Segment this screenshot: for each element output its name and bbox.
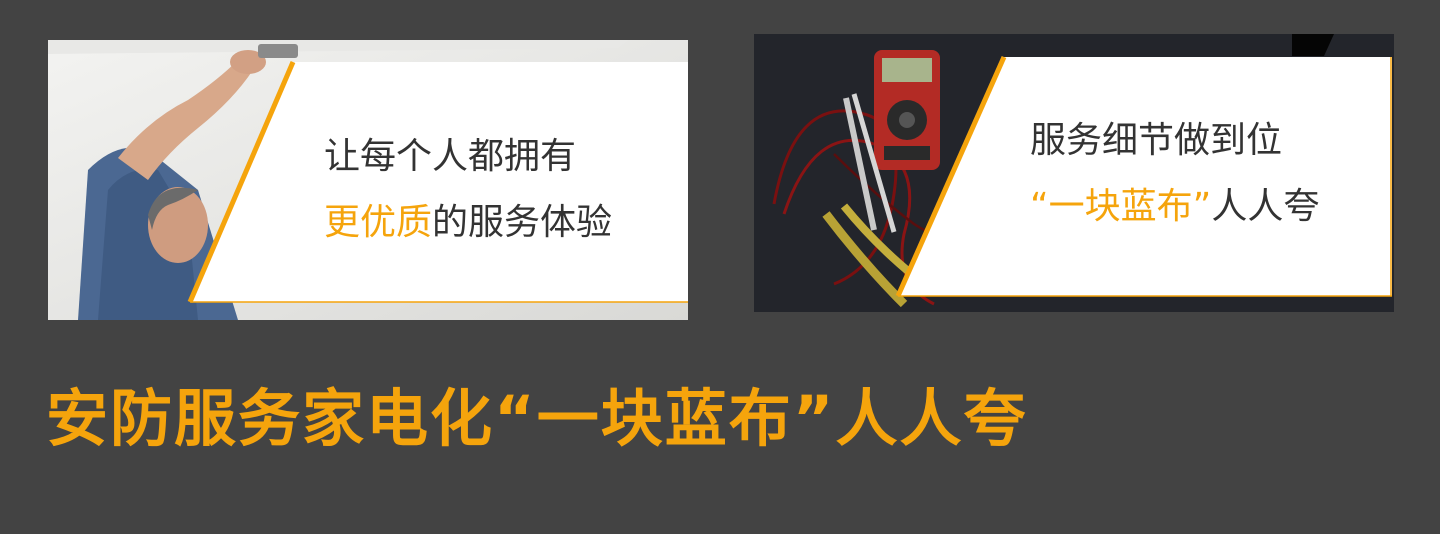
right-caption-rest: 人人夸 [1211, 186, 1320, 227]
right-caption-line2: “一块蓝布”人人夸 [1030, 174, 1319, 240]
left-caption-rest: 的服务体验 [432, 202, 613, 243]
left-caption-highlight: 更优质 [324, 202, 433, 243]
service-card-left: 让每个人都拥有 更优质的服务体验 [48, 40, 688, 320]
right-caption-highlight: “一块蓝布” [1030, 186, 1212, 227]
headline-slogan: 安防服务家电化“一块蓝布”人人夸 [46, 382, 1028, 455]
right-card-caption: 服务细节做到位 “一块蓝布”人人夸 [1030, 108, 1319, 240]
left-card-caption: 让每个人都拥有 更优质的服务体验 [324, 124, 612, 256]
left-caption-line2: 更优质的服务体验 [324, 190, 612, 256]
right-caption-line1: 服务细节做到位 [1030, 120, 1283, 161]
left-caption-line1: 让每个人都拥有 [324, 136, 577, 177]
service-card-right: 服务细节做到位 “一块蓝布”人人夸 [754, 34, 1394, 312]
